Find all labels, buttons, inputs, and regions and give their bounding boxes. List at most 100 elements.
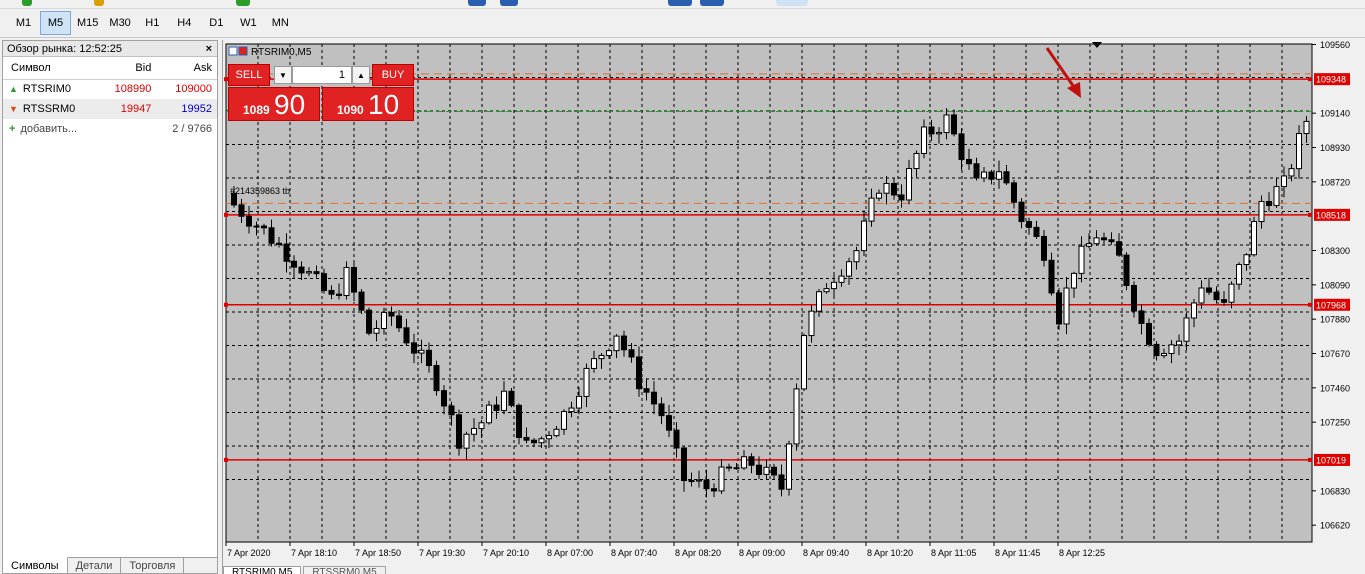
candle [621, 335, 627, 351]
level-anchor[interactable] [1308, 77, 1312, 82]
candle [426, 349, 432, 367]
candle [388, 311, 395, 317]
candle [1183, 317, 1190, 342]
volume-input[interactable] [292, 66, 352, 84]
candle [778, 474, 785, 490]
bid-cell: 19947 [99, 99, 157, 119]
table-row[interactable]: ▲ RTSRIM0 108990 109000 [3, 79, 217, 99]
candle [628, 349, 635, 358]
candle [921, 126, 927, 154]
candle [1041, 235, 1047, 261]
candle [313, 271, 320, 275]
candle [366, 309, 372, 334]
candle [726, 466, 732, 469]
candle [1288, 168, 1295, 177]
price-label: 107968 [1316, 300, 1346, 310]
level-anchor[interactable] [224, 302, 228, 307]
volume-up-button[interactable]: ▲ [352, 66, 370, 84]
column-header-symbol[interactable]: Символ [3, 57, 100, 80]
candle [433, 365, 440, 392]
chevron-down-icon: ▼ [279, 70, 287, 80]
candle [906, 168, 912, 201]
price-label: 108518 [1316, 210, 1346, 220]
column-header-ask[interactable]: Ask [156, 57, 217, 80]
candle [793, 388, 800, 445]
tab-chart-rtsrim0[interactable]: RTSRIM0,M5 [223, 566, 302, 574]
timeframe-h1-button[interactable]: H1 [137, 11, 168, 35]
line-chart-icon[interactable] [776, 0, 808, 6]
candle [756, 464, 762, 475]
timeframe-mn-button[interactable]: MN [265, 11, 296, 35]
candle [1116, 241, 1122, 256]
close-icon[interactable]: × [206, 43, 212, 55]
candle [396, 315, 402, 329]
candle [591, 358, 597, 369]
candle [786, 443, 792, 490]
candle [1168, 344, 1175, 354]
candle [1071, 272, 1077, 289]
new-order-icon[interactable] [22, 0, 32, 6]
buy-button[interactable]: BUY [372, 64, 414, 86]
tab-chart-rtssrm0[interactable]: RTSSRM0,M5 [303, 566, 386, 574]
market-watch-title: Обзор рынка: 12:52:25 [7, 42, 123, 55]
candle [1213, 291, 1220, 301]
candle [1138, 310, 1145, 324]
autotrading-icon[interactable] [236, 0, 250, 6]
level-anchor[interactable] [1308, 302, 1312, 307]
chart-tabs: RTSRIM0,M5 RTSSRM0,M5 [223, 566, 1365, 574]
candle [718, 466, 725, 492]
market-watch-table: Символ Bid Ask ▲ RTSRIM0 108990 109000 ▼ R… [3, 57, 217, 139]
candle [1191, 302, 1197, 319]
candle [666, 415, 672, 431]
candle [1078, 245, 1085, 274]
level-anchor[interactable] [1308, 212, 1312, 217]
timeframe-m5-button[interactable]: M5 [40, 11, 71, 35]
timeframe-m30-button[interactable]: M30 [104, 11, 135, 35]
candle [1018, 201, 1025, 223]
candle [1026, 221, 1032, 228]
candle [523, 436, 530, 441]
timeframe-m1-button[interactable]: M1 [8, 11, 39, 35]
candle [1266, 201, 1272, 206]
buy-price-button[interactable]: 1090 10 [322, 87, 414, 121]
timeframe-w1-button[interactable]: W1 [233, 11, 264, 35]
candle [973, 163, 980, 179]
candle [471, 427, 477, 435]
volume-down-button[interactable]: ▼ [274, 66, 292, 84]
x-tick-label: 8 Apr 12:25 [1059, 548, 1105, 558]
candle [343, 266, 350, 297]
timeframe-h4-button[interactable]: H4 [169, 11, 200, 35]
candle [748, 456, 755, 466]
y-tick-label: 109140 [1320, 109, 1350, 119]
tab-details[interactable]: Детали [68, 558, 122, 574]
table-row[interactable]: ▼ RTSSRM0 19947 19952 [3, 99, 217, 119]
candle-chart-icon[interactable] [700, 0, 724, 6]
candle [306, 271, 312, 274]
order-annotation: #214359863 tb [230, 186, 290, 196]
y-tick-label: 108720 [1320, 177, 1350, 187]
expert-icon[interactable] [94, 0, 104, 6]
sell-price-button[interactable]: 1089 90 [228, 87, 320, 121]
candle [298, 266, 305, 274]
bar-chart-icon[interactable] [668, 0, 692, 6]
candle [1206, 287, 1212, 293]
level-anchor[interactable] [224, 457, 228, 462]
candle [321, 273, 327, 291]
tab-symbols[interactable]: Символы [3, 557, 68, 573]
crosshair-icon[interactable] [468, 0, 486, 6]
column-header-bid[interactable]: Bid [99, 57, 157, 80]
zoom-in-icon[interactable] [500, 0, 518, 6]
candle [1011, 182, 1017, 203]
level-anchor[interactable] [224, 212, 228, 217]
candle [1251, 221, 1257, 256]
tab-trading[interactable]: Торговля [121, 558, 185, 574]
y-tick-label: 108090 [1320, 280, 1350, 290]
level-anchor[interactable] [1308, 457, 1312, 462]
timeframe-d1-button[interactable]: D1 [201, 11, 232, 35]
candle [658, 403, 665, 417]
sell-button[interactable]: SELL [228, 64, 270, 86]
add-symbol-row[interactable]: + добавить... 2 / 9766 [3, 119, 217, 139]
x-tick-label: 8 Apr 07:00 [547, 548, 593, 558]
timeframe-m15-button[interactable]: M15 [72, 11, 103, 35]
candle [1093, 237, 1100, 245]
